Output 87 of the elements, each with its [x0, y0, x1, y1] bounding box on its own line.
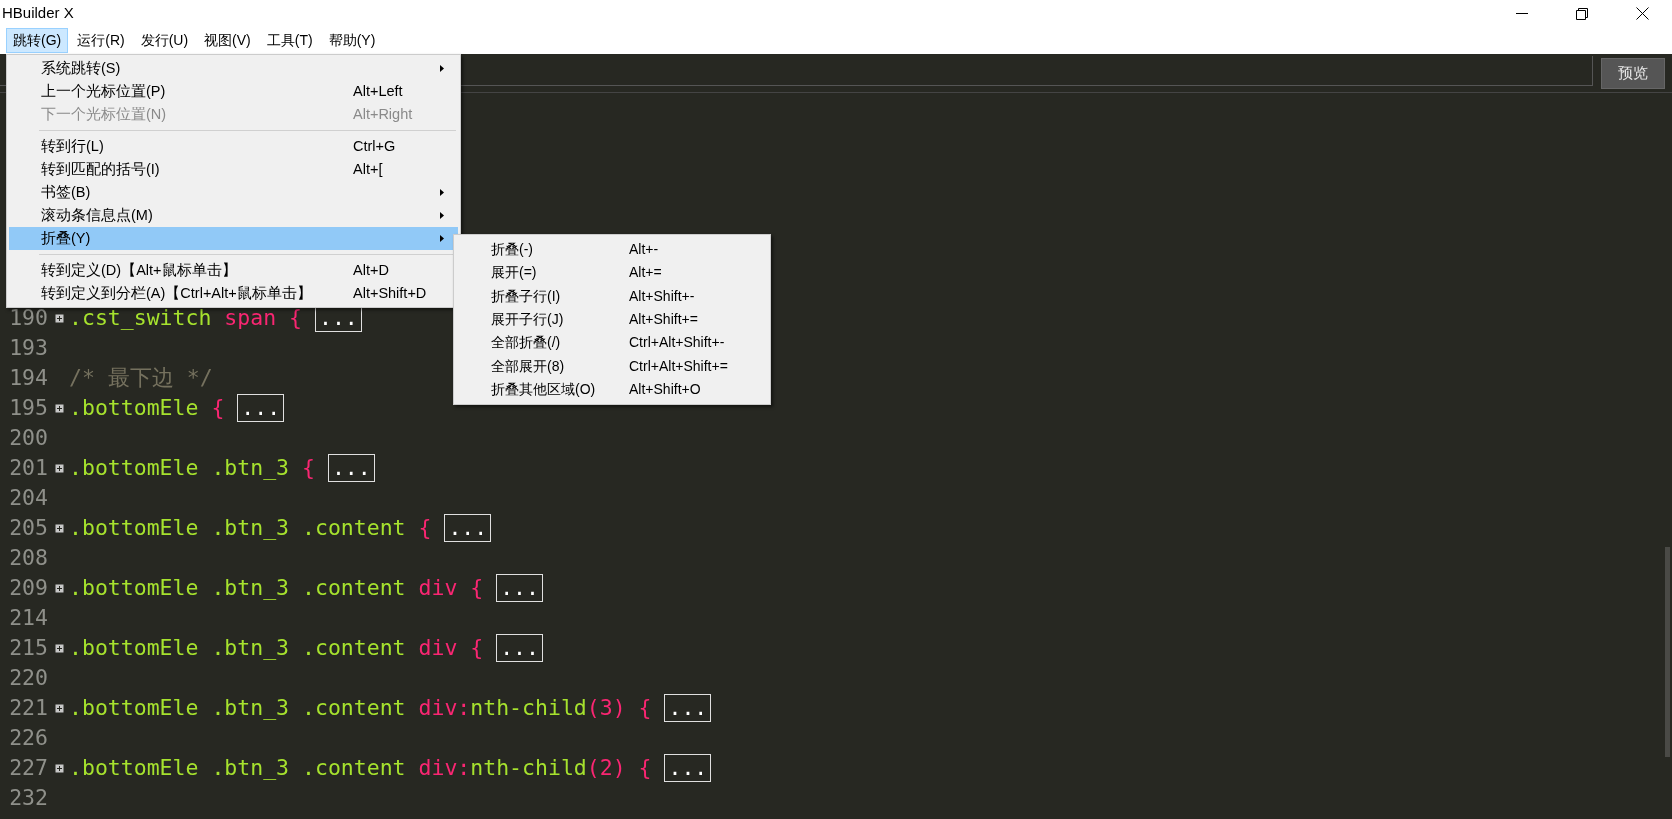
code-token: .bottomEle .btn_3 .content [69, 513, 406, 542]
code-token: { [469, 573, 485, 602]
code-token: .bottomEle .btn_3 .content [69, 753, 406, 782]
folded-code-marker[interactable]: ... [664, 754, 712, 782]
line-number: 190 [8, 303, 49, 332]
close-icon [1635, 7, 1649, 20]
code-token: { [417, 513, 433, 542]
code-token: .bottomEle .btn_3 .content [69, 693, 406, 722]
line-number: 204 [8, 483, 49, 512]
line-number: 226 [8, 723, 49, 752]
menu-item[interactable]: 全部折叠(/) Ctrl+Alt+Shift+- [454, 331, 770, 355]
menu-bar-item[interactable]: 帮助(Y) [321, 28, 383, 53]
expand-icon[interactable] [55, 583, 64, 593]
line-number: 205 [8, 513, 49, 542]
code-token: { [637, 753, 653, 782]
folded-code-marker[interactable]: ... [496, 574, 543, 602]
line-number: 220 [8, 663, 49, 692]
line-number: 227 [8, 753, 49, 782]
expand-icon[interactable] [55, 463, 64, 473]
folded-code-marker[interactable]: ... [444, 514, 492, 542]
line-number: 193 [8, 333, 49, 362]
expand-icon[interactable] [55, 403, 64, 413]
folded-code-marker[interactable]: ... [327, 454, 375, 482]
menu-item[interactable]: 折叠子行(I) Alt+Shift+- [454, 284, 770, 308]
menu-item[interactable]: 展开子行(J) Alt+Shift+= [454, 307, 770, 332]
menu-item[interactable]: 书签(B) [9, 181, 458, 204]
menu-item[interactable]: 折叠其他区域(O) Alt+Shift+O [454, 377, 770, 402]
submenu-arrow-icon [440, 189, 444, 196]
line-number: 209 [8, 573, 49, 602]
code-token: { [469, 633, 485, 662]
menu-item[interactable]: 滚动条信息点(M) [9, 204, 458, 227]
code-token: div: [417, 753, 471, 782]
window-title: HBuilder X [1, 3, 74, 24]
menu-item[interactable]: 系统跳转(S) [9, 57, 458, 80]
folded-code-marker[interactable]: ... [664, 694, 712, 722]
submenu-arrow-icon [440, 235, 444, 242]
code-token: { [288, 303, 303, 332]
code-token: { [210, 393, 226, 422]
preview-button[interactable]: 预览 [1601, 57, 1665, 89]
code-token: (2) [586, 753, 626, 782]
code-token: div [417, 573, 458, 602]
line-number: 214 [8, 603, 49, 632]
restore-icon [1576, 7, 1588, 20]
code-token: { [637, 693, 653, 722]
folded-code-marker[interactable]: ... [496, 634, 543, 662]
line-number: 194 [8, 363, 49, 392]
menu-bar-item[interactable]: 工具(T) [259, 28, 320, 53]
menu-bar-item[interactable]: 跳转(G) [6, 28, 69, 53]
menu-item[interactable]: 转到行(L) Ctrl+G [9, 135, 458, 158]
line-number: 195 [8, 393, 49, 422]
menu-item[interactable]: 展开(=) Alt+= [454, 261, 770, 285]
expand-icon[interactable] [55, 643, 64, 653]
code-token: .bottomEle .btn_3 .content [69, 633, 406, 662]
code-token: (3) [586, 693, 626, 722]
line-number: 215 [8, 633, 49, 662]
menu-item[interactable]: 转到匹配的括号(I) Alt+[ [9, 158, 458, 181]
expand-icon[interactable] [55, 703, 64, 713]
expand-icon[interactable] [55, 313, 64, 323]
minimize-icon [1516, 13, 1528, 14]
line-number: 201 [8, 453, 49, 482]
code-token: .cst_switch [69, 303, 212, 332]
menu-bar-item[interactable]: 运行(R) [70, 28, 132, 53]
menu-bar-item[interactable]: 发行(U) [133, 28, 196, 53]
menu-item[interactable]: 折叠(Y) [9, 227, 458, 250]
line-number: 200 [8, 423, 49, 452]
code-token: nth-child [470, 693, 587, 722]
submenu-arrow-icon [440, 65, 444, 72]
code-token: .bottomEle .btn_3 .content [69, 573, 406, 602]
menu-item[interactable]: 上一个光标位置(P) Alt+Left [9, 80, 458, 103]
code-comment: /* 最下边 */ [69, 363, 213, 392]
scrollbar-thumb[interactable] [1665, 547, 1670, 757]
menu-bar-item[interactable]: 视图(V) [197, 28, 258, 53]
line-number: 232 [8, 783, 49, 812]
line-number: 221 [8, 693, 49, 722]
submenu-arrow-icon [440, 212, 444, 219]
code-token: .bottomEle [69, 393, 199, 422]
code-token: span [223, 303, 277, 332]
expand-icon[interactable] [55, 523, 64, 533]
code-token: { [301, 453, 316, 482]
line-number: 208 [8, 543, 49, 572]
code-token: div [417, 633, 458, 662]
code-token: .bottomEle .btn_3 [69, 453, 290, 482]
expand-icon[interactable] [55, 763, 64, 773]
menu-item[interactable]: 全部展开(8) Ctrl+Alt+Shift+= [454, 354, 770, 378]
folded-code-marker[interactable]: ... [237, 394, 285, 422]
code-token: div: [417, 693, 471, 722]
code-token: nth-child [470, 753, 587, 782]
